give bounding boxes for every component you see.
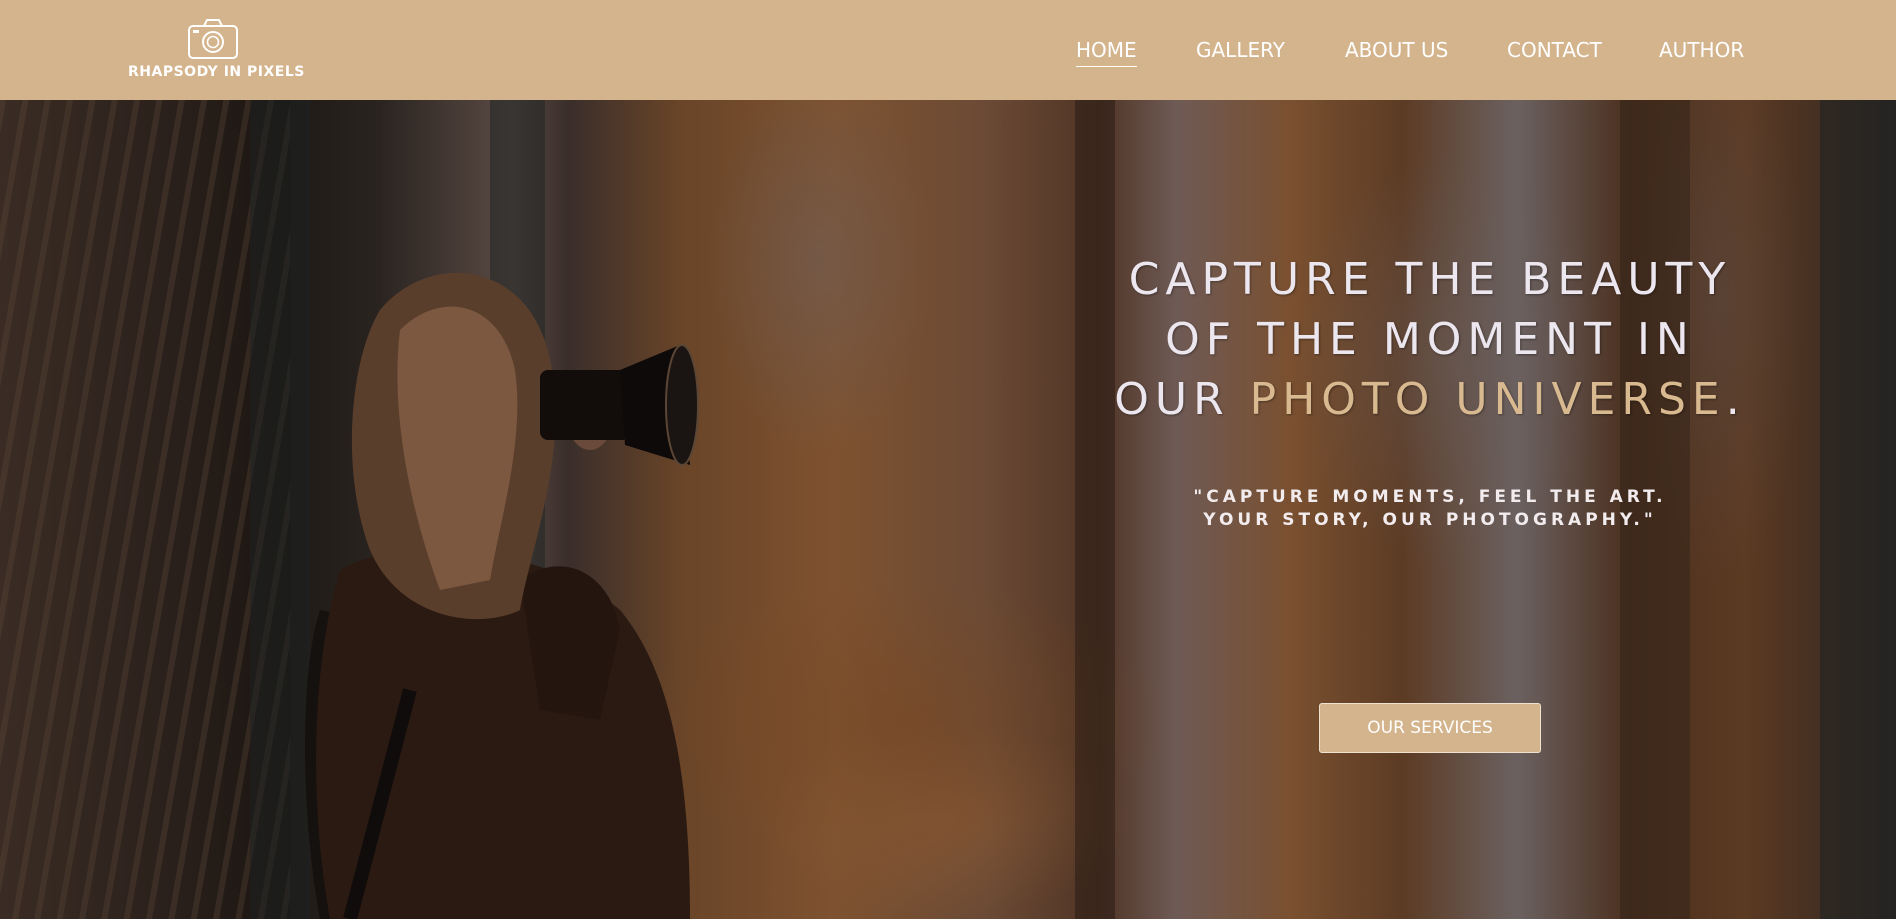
brand-name: RHAPSODY IN PIXELS bbox=[128, 64, 305, 80]
hero-headline-end: . bbox=[1725, 374, 1746, 425]
main-nav: HOME GALLERY ABOUT US CONTACT AUTHOR bbox=[1050, 0, 1770, 100]
hero-headline-line-2: OF THE MOMENT IN bbox=[1165, 314, 1695, 365]
nav-item-about-us[interactable]: ABOUT US bbox=[1345, 38, 1448, 62]
our-services-button[interactable]: OUR SERVICES bbox=[1319, 703, 1541, 753]
hero-headline-accent: PHOTO UNIVERSE bbox=[1249, 374, 1726, 425]
camera-icon bbox=[188, 19, 238, 59]
hero-content: CAPTURE THE BEAUTY OF THE MOMENT IN OUR … bbox=[1080, 250, 1780, 532]
hero-headline-line-3: OUR bbox=[1114, 374, 1250, 425]
nav-item-gallery[interactable]: GALLERY bbox=[1196, 38, 1285, 62]
photographer-image bbox=[305, 272, 699, 919]
hero-tagline-line-2: YOUR STORY, OUR PHOTOGRAPHY." bbox=[1203, 510, 1657, 530]
hero-headline-line-1: CAPTURE THE BEAUTY bbox=[1128, 254, 1732, 305]
hero-tree-trunk bbox=[0, 100, 290, 919]
hero-tagline: "CAPTURE MOMENTS, FEEL THE ART. YOUR STO… bbox=[1080, 486, 1780, 532]
hero-headline: CAPTURE THE BEAUTY OF THE MOMENT IN OUR … bbox=[1080, 250, 1780, 430]
nav-item-contact[interactable]: CONTACT bbox=[1507, 38, 1602, 62]
site-header: RHAPSODY IN PIXELS HOME GALLERY ABOUT US… bbox=[0, 0, 1896, 100]
nav-item-author[interactable]: AUTHOR bbox=[1659, 38, 1744, 62]
hero-tagline-line-1: "CAPTURE MOMENTS, FEEL THE ART. bbox=[1193, 487, 1667, 507]
nav-item-home[interactable]: HOME bbox=[1076, 38, 1137, 67]
hero-section: CAPTURE THE BEAUTY OF THE MOMENT IN OUR … bbox=[0, 100, 1896, 919]
brand-logo[interactable]: RHAPSODY IN PIXELS bbox=[128, 16, 305, 82]
hero-tree-shadow bbox=[1820, 100, 1896, 919]
